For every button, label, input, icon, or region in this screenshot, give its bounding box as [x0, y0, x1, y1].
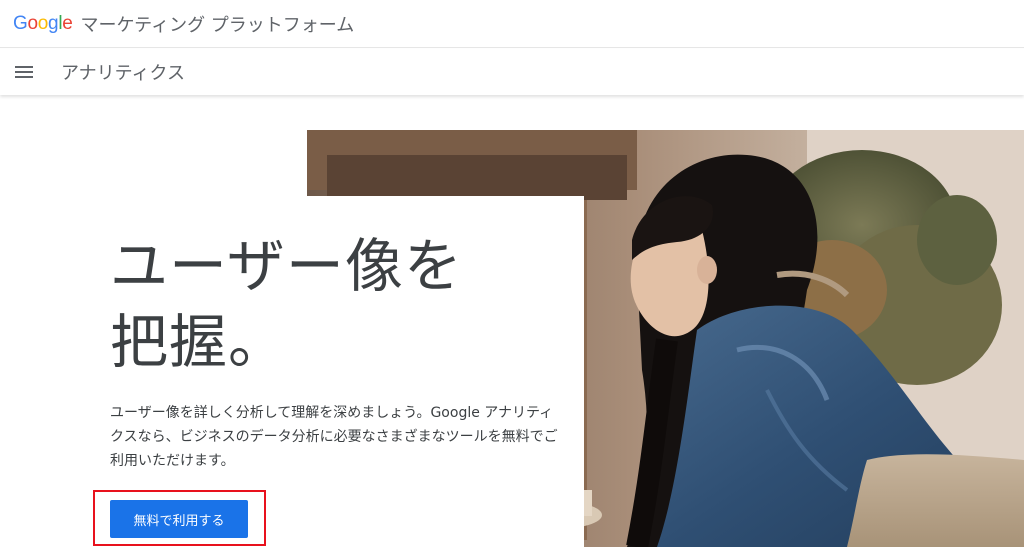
headline-line-1: ユーザー像を	[110, 232, 463, 300]
logo-letter: e	[62, 12, 73, 34]
logo-letter: o	[27, 12, 38, 34]
hamburger-menu-icon[interactable]	[1, 49, 47, 95]
logo-letter: g	[48, 12, 59, 34]
hero-headline: ユーザー像を 把握。	[110, 228, 530, 380]
hero-description: ユーザー像を詳しく分析して理解を深めましょう。Google アナリティクスなら、…	[110, 405, 558, 469]
free-start-button[interactable]: 無料で利用する	[110, 500, 248, 538]
logo-letter: o	[37, 12, 49, 34]
platform-name[interactable]: マーケティング プラットフォーム	[81, 11, 355, 37]
product-nav: アナリティクス	[0, 49, 1024, 95]
page: Google マーケティング プラットフォーム アナリティクス ユーザー像を 把…	[0, 0, 1024, 547]
brand-header: Google マーケティング プラットフォーム	[0, 0, 1024, 48]
google-logo[interactable]: Google	[13, 13, 73, 35]
logo-letter: G	[13, 12, 28, 34]
headline-line-2: 把握。	[110, 308, 288, 376]
product-name[interactable]: アナリティクス	[61, 59, 185, 85]
